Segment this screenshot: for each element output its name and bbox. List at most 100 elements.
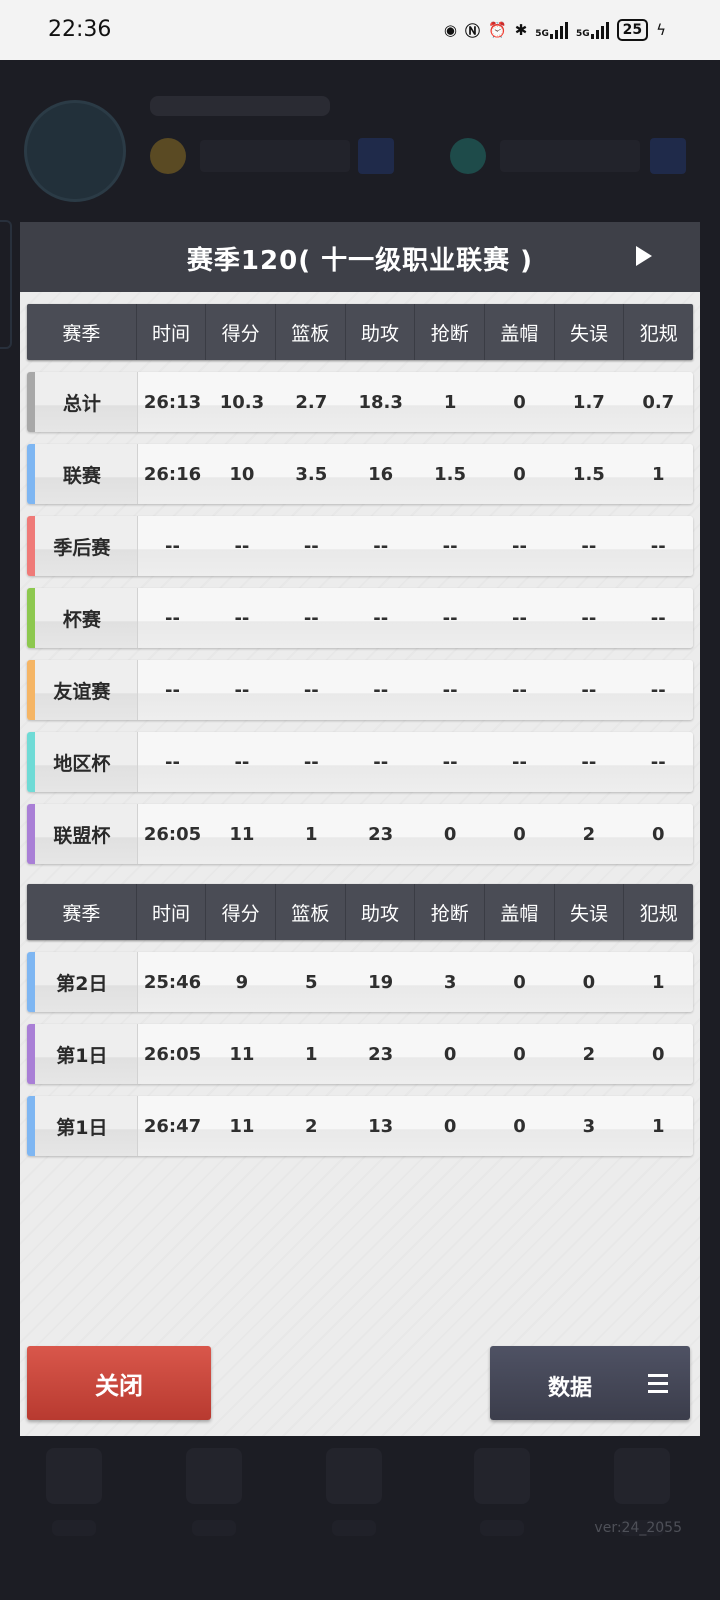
side-tab [0,220,12,349]
table-row[interactable]: 地区杯 -- -- -- -- -- -- -- -- [27,732,693,792]
stat-cell: -- [512,679,527,701]
row-label: 第1日 [27,1024,138,1084]
battery-icon: 25 [616,19,649,41]
row-label-text: 联赛 [62,464,101,487]
row-label-text: 季后赛 [53,536,111,559]
alarm-icon: ⏰ [488,21,507,39]
row-label-text: 第1日 [56,1044,108,1067]
stat-cell: 3 [582,1115,596,1137]
header-cell: 失误 [555,884,625,940]
stat-cell: 1 [443,391,457,413]
stat-cell: 0 [443,823,457,845]
clock: 22:36 [48,17,112,42]
header-cell: 篮板 [276,884,346,940]
nav-icon [326,1448,382,1504]
stat-cell: 25:46 [143,971,202,993]
stat-cell: -- [512,535,527,557]
stat-cell: -- [373,607,389,629]
stat-cell: -- [303,535,319,557]
stat-cell: 1.5 [572,463,605,485]
stat-cell: 1 [651,463,665,485]
table-row[interactable]: 第1日 26:47 11 2 13 0 0 3 1 [27,1096,693,1156]
stat-cell: 1 [651,971,665,993]
stat-cell: 0 [582,971,596,993]
stat-cell: -- [165,607,180,629]
signal-icon: 5G [576,21,609,39]
stat-cell: 0 [513,1115,526,1137]
dialog-header: 赛季120( 十一级职业联赛 ) [20,222,700,292]
stat-cell: -- [234,607,250,629]
stat-cell: -- [581,679,597,701]
stat-cell: -- [650,751,666,773]
header-cell: 助攻 [346,304,416,360]
row-label: 第1日 [27,1096,138,1156]
stat-cell: 0 [513,463,526,485]
row-label-text: 总计 [62,392,101,415]
stat-cell: 0 [513,1043,526,1065]
stat-cell: 1 [305,1043,318,1065]
stat-cell: 23 [368,1043,394,1065]
close-button[interactable]: 关闭 [27,1346,211,1420]
row-accent [27,732,35,792]
table-row[interactable]: 第2日 25:46 9 5 19 3 0 0 1 [27,952,693,1012]
version-label: ver:24_2055 [594,1520,682,1536]
charging-icon: ϟ [656,21,666,39]
stat-cell: 1.5 [434,463,467,485]
stat-cell: -- [373,751,389,773]
stat-cell: -- [512,751,527,773]
nav-icon [614,1448,670,1504]
table-row[interactable]: 第1日 26:05 11 1 23 0 0 2 0 [27,1024,693,1084]
row-label-text: 地区杯 [53,752,111,775]
stat-cell: 3 [443,971,457,993]
stat-cell: 26:47 [143,1115,202,1137]
stat-cell: -- [650,679,666,701]
stat-cell: 1 [305,823,318,845]
row-label: 地区杯 [27,732,138,792]
row-label: 季后赛 [27,516,138,576]
row-label: 杯赛 [27,588,138,648]
table-row[interactable]: 杯赛 -- -- -- -- -- -- -- -- [27,588,693,648]
stat-cell: -- [165,751,180,773]
stat-cell: 11 [229,1115,255,1137]
network-label: 5G [575,29,590,39]
row-label: 总计 [27,372,138,432]
stat-cell: 2 [582,1043,596,1065]
row-accent [27,372,35,432]
stat-cell: 0 [443,1115,457,1137]
table-row[interactable]: 联盟杯 26:05 11 1 23 0 0 2 0 [27,804,693,864]
next-season-arrow-icon[interactable] [636,246,652,266]
nav-label [332,1520,376,1536]
stat-cell: -- [581,607,597,629]
table-row[interactable]: 联赛 26:16 10 3.5 16 1.5 0 1.5 1 [27,444,693,504]
row-accent [27,1096,35,1156]
stat-cell: -- [165,535,180,557]
coin-bar [200,140,350,172]
stat-cell: 10.3 [219,391,265,413]
row-accent [27,1024,35,1084]
stat-cell: -- [234,751,250,773]
data-menu-button[interactable]: 数据 [490,1346,690,1420]
table-row[interactable]: 友谊赛 -- -- -- -- -- -- -- -- [27,660,693,720]
header-cell: 篮板 [276,304,346,360]
header-cell: 时间 [137,304,207,360]
row-accent [27,952,35,1012]
season-stats-dialog: 赛季120( 十一级职业联赛 ) 赛季 时间 得分 篮板 助攻 抢断 盖帽 失误… [20,222,700,1436]
row-label-text: 联盟杯 [53,824,111,847]
eye-icon: ◉ [443,21,458,39]
table-row[interactable]: 季后赛 -- -- -- -- -- -- -- -- [27,516,693,576]
dialog-title: 赛季120( 十一级职业联赛 ) [186,246,534,276]
row-label: 第2日 [27,952,138,1012]
stat-cell: 0 [513,971,526,993]
row-label: 联赛 [27,444,138,504]
nav-icon [46,1448,102,1504]
table-row[interactable]: 总计 26:13 10.3 2.7 18.3 1 0 1.7 0.7 [27,372,693,432]
stat-cell: 1 [651,1115,665,1137]
stat-cell: -- [650,535,666,557]
stat-cell: 0 [651,1043,665,1065]
stat-cell: 11 [229,1043,255,1065]
header-cell: 得分 [206,304,277,360]
row-accent [27,516,35,576]
stat-cell: -- [512,607,527,629]
stat-cell: 16 [368,463,394,485]
stat-cell: 2.7 [295,391,328,413]
